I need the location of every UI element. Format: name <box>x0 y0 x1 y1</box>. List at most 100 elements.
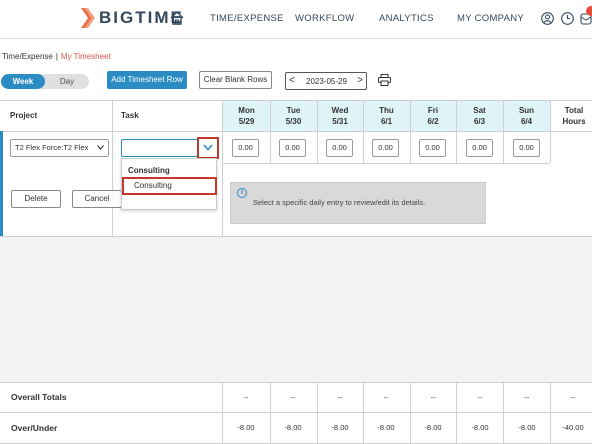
hours-input[interactable]: 0.00 <box>513 139 540 157</box>
breadcrumb-parent[interactable]: Time/Expense <box>2 52 53 61</box>
day-date: 6/2 <box>427 117 439 126</box>
col-header-day: Mon 5/29 <box>223 101 270 131</box>
current-date[interactable]: 2023-05-29 <box>306 77 347 86</box>
task-dropdown-toggle[interactable] <box>197 137 219 159</box>
nav-workflow[interactable]: WORKFLOW <box>295 13 354 24</box>
grid-line <box>456 100 457 163</box>
col-header-day: Sat 6/3 <box>456 101 503 131</box>
day-date: 6/1 <box>380 117 393 126</box>
dropdown-group-label: Consulting <box>128 166 170 175</box>
grid-line <box>503 382 504 444</box>
prev-week-button[interactable]: < <box>289 75 295 86</box>
nav-analytics[interactable]: ANALYTICS <box>379 13 434 24</box>
overall-total-value: -- <box>477 393 483 402</box>
overall-total-value: -- <box>337 393 343 402</box>
info-panel: i Select a specific daily entry to revie… <box>230 182 486 224</box>
info-message: Select a specific daily entry to review/… <box>253 198 426 207</box>
overall-total-value: -- <box>524 393 530 402</box>
hours-input[interactable]: 0.00 <box>279 139 306 157</box>
grid-line <box>222 100 223 236</box>
day-name: Mon <box>238 106 255 115</box>
overall-total-value: -- <box>570 393 576 402</box>
col-header-project: Project <box>10 111 38 120</box>
date-navigator: < 2023-05-29 > <box>285 72 367 90</box>
hours-input[interactable]: 0.00 <box>326 139 353 157</box>
overall-total-value: -- <box>430 393 436 402</box>
grid-line <box>222 382 223 444</box>
over-under-value: -40.00 <box>562 423 584 432</box>
project-select-value: T2 Flex Force:T2 Flex <box>15 143 89 152</box>
notification-badge <box>586 6 592 16</box>
grid-line <box>456 382 457 444</box>
day-name: Sun <box>518 106 535 115</box>
clock-icon[interactable] <box>561 12 574 25</box>
hours-input[interactable]: 0.00 <box>372 139 399 157</box>
hours-input[interactable]: 0.00 <box>232 139 259 157</box>
user-icon[interactable] <box>541 12 554 25</box>
col-header-day: Thu 6/1 <box>363 101 410 131</box>
col-header-day: Tue 5/30 <box>270 101 317 131</box>
breadcrumb: Time/Expense | My Timesheet <box>2 52 111 61</box>
day-name: Wed <box>331 106 349 115</box>
delete-button[interactable]: Delete <box>11 190 61 208</box>
top-navbar: BIGTIME TIME/EXPENSE WORKFLOW ANALYTICS … <box>0 0 592 39</box>
breadcrumb-separator: | <box>55 52 58 61</box>
logo-mark-icon <box>81 8 95 28</box>
empty-grid-area <box>0 236 592 382</box>
view-toggle: Week Day <box>1 74 89 89</box>
chevron-down-icon <box>203 144 213 151</box>
day-view-button[interactable]: Day <box>45 74 89 89</box>
hours-input[interactable]: 0.00 <box>419 139 446 157</box>
grid-line <box>410 382 411 444</box>
over-under-value: -8.00 <box>284 423 302 432</box>
add-timesheet-row-button[interactable]: Add Timesheet Row <box>107 71 187 89</box>
day-name: Tue <box>286 106 301 115</box>
day-date: 6/3 <box>473 117 486 126</box>
col-header-task: Task <box>121 111 139 120</box>
col-header-total: Total Hours <box>556 101 592 131</box>
day-name: Fri <box>427 106 439 115</box>
next-week-button[interactable]: > <box>357 75 363 86</box>
cancel-button[interactable]: Cancel <box>72 190 122 208</box>
grid-line <box>363 100 364 163</box>
home-icon[interactable] <box>170 11 184 25</box>
hours-label: Hours <box>562 117 586 126</box>
overall-total-value: -- <box>243 393 249 402</box>
breadcrumb-current: My Timesheet <box>60 52 111 61</box>
dropdown-option-consulting[interactable]: Consulting <box>122 177 217 195</box>
bigtime-logo[interactable]: BIGTIME <box>79 8 184 28</box>
overall-total-value: -- <box>290 393 296 402</box>
nav-my-company[interactable]: MY COMPANY <box>457 13 524 24</box>
grid-line <box>550 100 551 163</box>
day-name: Sat <box>473 106 486 115</box>
task-dropdown: Consulting Consulting <box>121 158 217 210</box>
over-under-value: -8.00 <box>471 423 489 432</box>
info-icon: i <box>237 188 247 198</box>
grid-line <box>503 100 504 163</box>
project-select[interactable]: T2 Flex Force:T2 Flex <box>10 139 109 157</box>
grid-line <box>317 382 318 444</box>
over-under-value: -8.00 <box>377 423 395 432</box>
col-header-day: Wed 5/31 <box>317 101 363 131</box>
overall-total-value: -- <box>383 393 389 402</box>
nav-time-expense[interactable]: TIME/EXPENSE <box>210 13 284 24</box>
overall-totals-label: Overall Totals <box>11 392 67 402</box>
week-view-button[interactable]: Week <box>1 74 45 89</box>
grid-line <box>363 382 364 444</box>
grid-line <box>0 236 592 237</box>
grid-line <box>223 163 550 164</box>
grid-line <box>317 100 318 163</box>
clear-blank-rows-button[interactable]: Clear Blank Rows <box>199 71 272 89</box>
col-header-day: Sun 6/4 <box>503 101 550 131</box>
task-select[interactable] <box>121 139 199 157</box>
grid-line <box>270 100 271 163</box>
hours-input[interactable]: 0.00 <box>466 139 493 157</box>
print-icon[interactable] <box>378 74 391 86</box>
chevron-down-icon <box>97 145 104 150</box>
grid-line <box>410 100 411 163</box>
grid-line <box>550 382 551 444</box>
over-under-value: -8.00 <box>237 423 255 432</box>
over-under-value: -8.00 <box>331 423 349 432</box>
day-name: Thu <box>379 106 394 115</box>
col-header-day: Fri 6/2 <box>410 101 456 131</box>
